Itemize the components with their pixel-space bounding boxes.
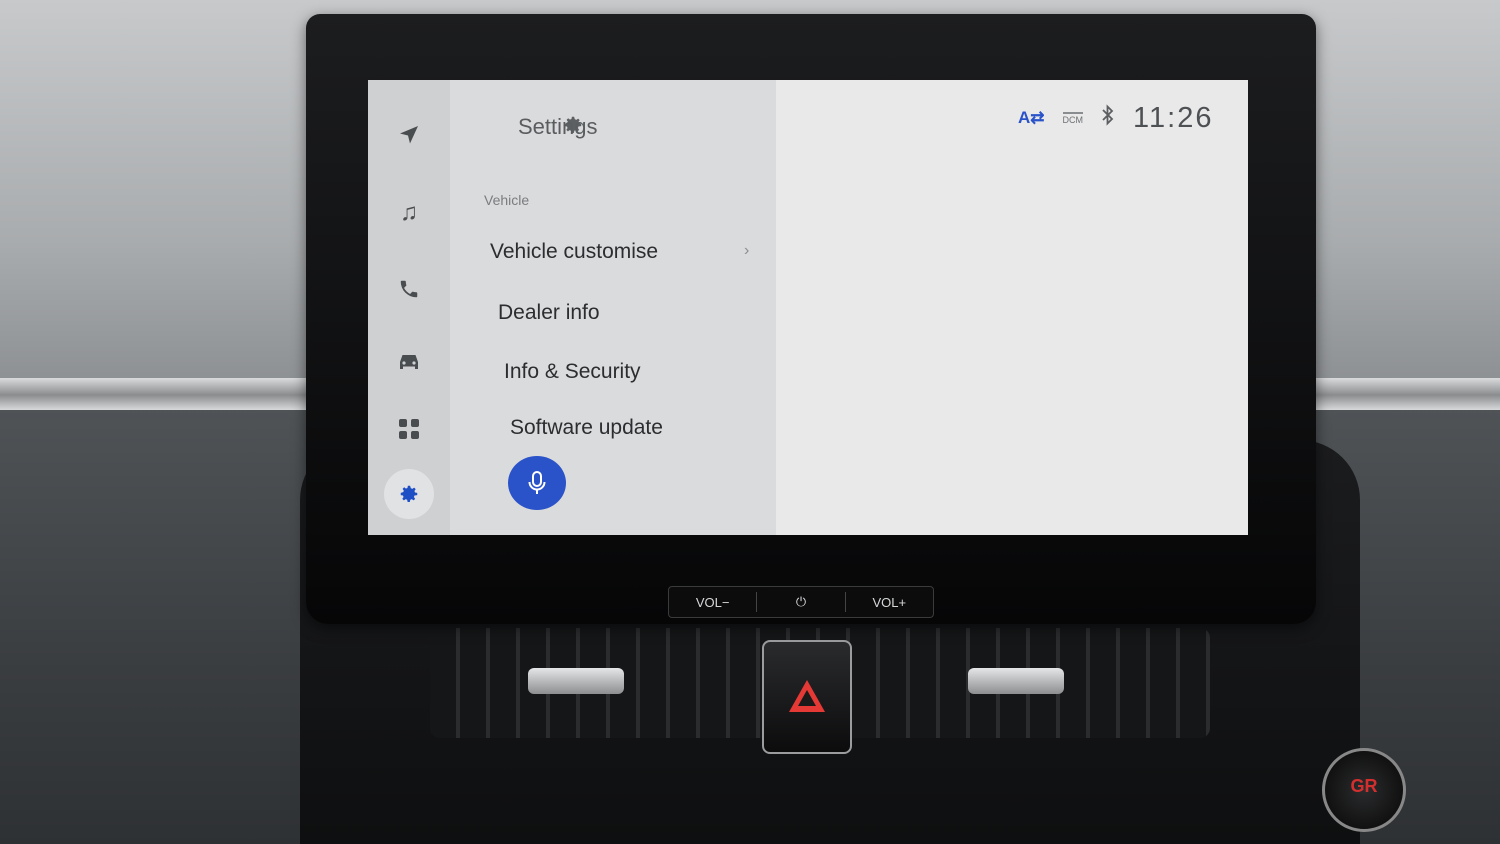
page-title: Settings <box>518 114 598 139</box>
chevron-right-icon: › <box>744 242 750 259</box>
power-button[interactable]: ⏻ <box>757 594 844 610</box>
app-sidebar: ♫ <box>368 80 450 535</box>
volume-up-button[interactable]: VOL+ <box>846 595 933 610</box>
settings-detail-panel <box>776 80 1248 535</box>
menu-item-vehicle-customise[interactable]: Vehicle customise <box>490 240 658 264</box>
dcm-indicator: DCM <box>1062 111 1084 125</box>
hazard-triangle-icon <box>789 680 825 712</box>
volume-down-button[interactable]: VOL− <box>669 595 756 610</box>
bluetooth-icon <box>1101 104 1115 132</box>
gr-logo: GR <box>1350 776 1378 796</box>
language-indicator: A⇄ <box>1018 108 1045 127</box>
infotainment-screen: ♫ Settings Vehicle Vehicle customise › D… <box>368 80 1248 535</box>
car-icon[interactable] <box>390 342 428 380</box>
microphone-icon <box>528 471 546 494</box>
hardware-button-bar: VOL− ⏻ VOL+ <box>668 586 934 618</box>
menu-item-info-security[interactable]: Info & Security <box>504 360 641 384</box>
voice-command-button[interactable] <box>508 456 566 510</box>
menu-item-software-update[interactable]: Software update <box>510 416 663 440</box>
gear-icon[interactable] <box>384 469 434 519</box>
music-note-icon[interactable]: ♫ <box>390 194 428 232</box>
menu-item-dealer-info[interactable]: Dealer info <box>498 301 600 325</box>
vent-adjust-tab-right[interactable] <box>968 668 1064 694</box>
hazard-button[interactable] <box>762 640 852 754</box>
navigation-arrow-icon[interactable] <box>390 116 428 154</box>
section-label-vehicle: Vehicle <box>484 192 530 208</box>
clock: 11:26 <box>1133 101 1214 134</box>
vent-adjust-tab-left[interactable] <box>528 668 624 694</box>
apps-grid-icon[interactable] <box>390 410 428 448</box>
start-stop-button[interactable]: GR <box>1322 748 1406 832</box>
phone-icon[interactable] <box>390 270 428 308</box>
status-bar: A⇄ DCM 11:26 <box>1018 100 1213 136</box>
